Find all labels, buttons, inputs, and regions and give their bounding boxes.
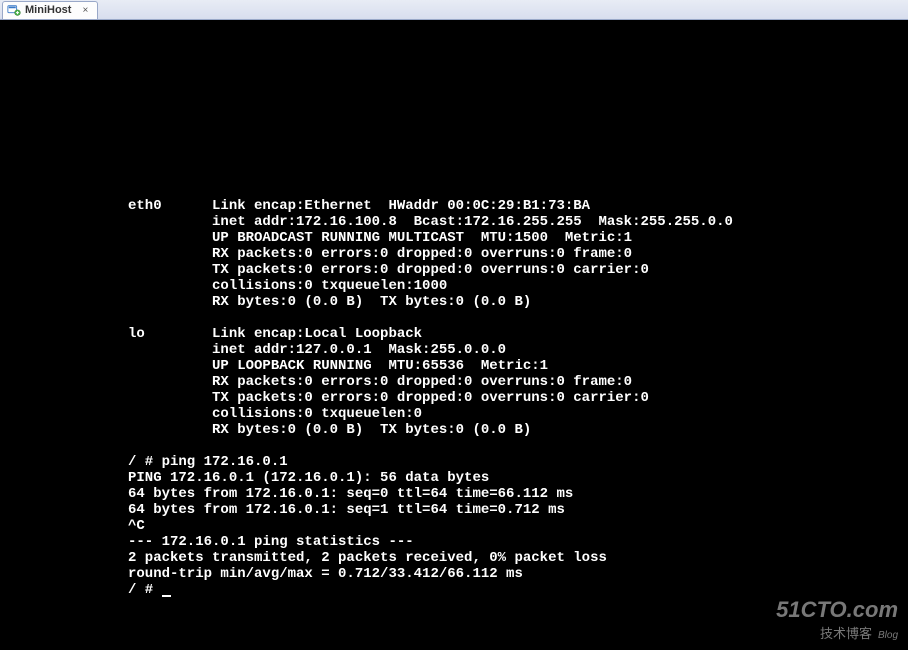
tab-label: MiniHost [25,4,71,16]
close-icon[interactable]: × [79,4,91,16]
watermark-blog: Blog [878,630,898,641]
app-icon [7,3,21,17]
watermark: 51CTO.com 技术博客 Blog [776,597,898,642]
cursor [162,595,171,597]
tab-minihost[interactable]: MiniHost × [2,1,98,19]
watermark-sub: 技术博客 [820,623,872,642]
terminal[interactable]: eth0 Link encap:Ethernet HWaddr 00:0C:29… [0,20,908,650]
tab-bar: MiniHost × [0,0,908,20]
terminal-output: eth0 Link encap:Ethernet HWaddr 00:0C:29… [128,198,733,598]
watermark-main: 51CTO.com [776,597,898,623]
shell-prompt: / # [128,582,162,598]
